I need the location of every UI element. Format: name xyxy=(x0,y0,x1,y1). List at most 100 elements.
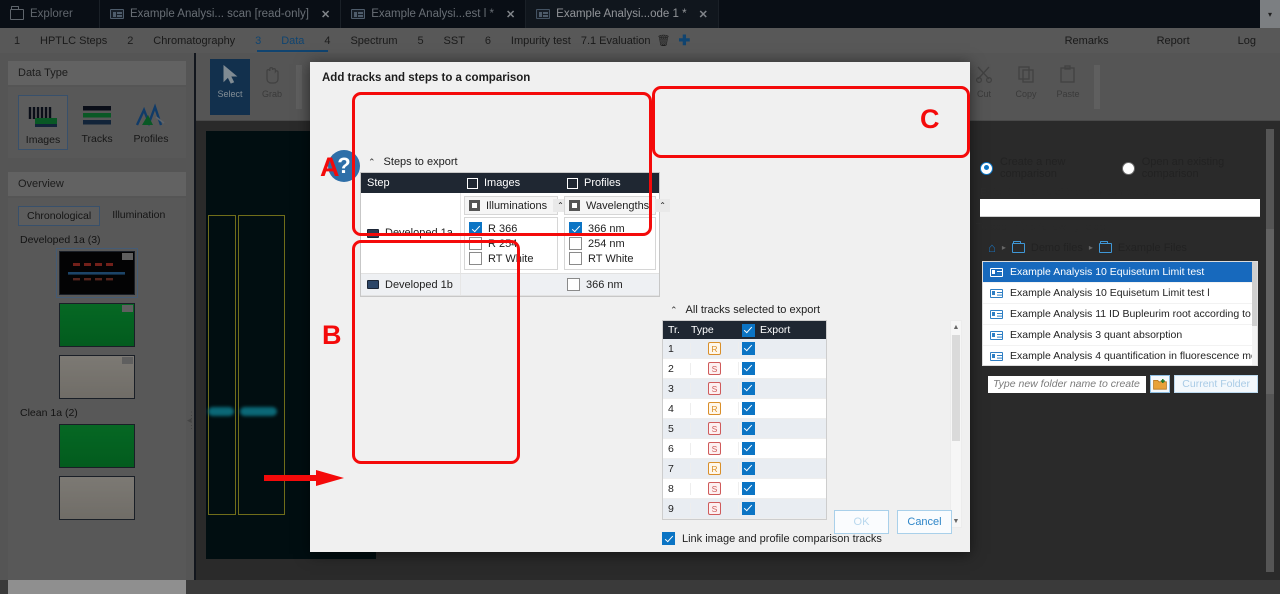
track-type: R xyxy=(691,342,739,355)
table-row[interactable]: 8 S xyxy=(663,479,826,499)
illuminations-cell: Illuminations ⌃ R 366 R 254 xyxy=(461,193,561,273)
column-tr: Tr. xyxy=(663,324,691,336)
option-row[interactable]: 254 nm xyxy=(569,236,651,251)
track-type: S xyxy=(691,442,739,455)
option-row[interactable]: R 254 xyxy=(469,236,553,251)
column-step: Step xyxy=(361,177,461,189)
ok-button[interactable]: OK xyxy=(834,510,889,534)
file-list[interactable]: Example Analysis 10 Equisetum Limit test… xyxy=(982,261,1258,366)
chevron-up-icon[interactable]: ⌃ xyxy=(655,199,670,212)
track-export xyxy=(739,502,826,515)
type-badge-s: S xyxy=(708,422,721,435)
wavelengths-checkbox[interactable] xyxy=(569,200,580,211)
illuminations-subheader[interactable]: Illuminations ⌃ xyxy=(464,196,558,215)
chevron-up-icon[interactable]: ⌃ xyxy=(368,157,376,168)
analysis-file-icon xyxy=(990,289,1003,298)
option-checkbox[interactable] xyxy=(469,222,482,235)
current-folder-button[interactable]: Current Folder xyxy=(1174,375,1258,393)
export-all-checkbox[interactable] xyxy=(742,324,755,337)
table-row[interactable]: 1 R xyxy=(663,339,826,359)
subheader-label: Wavelengths xyxy=(586,200,649,212)
table-row[interactable]: 4 R xyxy=(663,399,826,419)
breadcrumb-item-demo-files[interactable]: Demo files xyxy=(1031,242,1083,254)
option-checkbox[interactable] xyxy=(567,278,580,291)
list-item[interactable]: Example Analysis 11 ID Bupleurim root ac… xyxy=(983,304,1257,325)
chevron-up-icon[interactable]: ⌃ xyxy=(670,305,678,316)
export-checkbox[interactable] xyxy=(742,502,755,515)
images-column-checkbox[interactable] xyxy=(467,178,478,189)
table-row[interactable]: 5 S xyxy=(663,419,826,439)
file-name: Example Analysis 10 Equisetum Limit test xyxy=(1010,266,1204,278)
track-export xyxy=(739,342,826,355)
table-row[interactable]: 2 S xyxy=(663,359,826,379)
file-name: Example Analysis 4 quantification in flu… xyxy=(1010,350,1258,362)
option-row[interactable]: 366 nm xyxy=(569,221,651,236)
tracks-table: Tr. Type Export 1 R 2 S 3 S xyxy=(662,320,827,520)
track-export xyxy=(739,442,826,455)
step-label: Developed 1b xyxy=(385,279,453,291)
breadcrumb-item-example-files[interactable]: Example Files xyxy=(1118,242,1187,254)
analysis-file-icon xyxy=(990,352,1003,361)
profiles-column-checkbox[interactable] xyxy=(567,178,578,189)
option-checkbox[interactable] xyxy=(569,252,582,265)
cancel-button[interactable]: Cancel xyxy=(897,510,952,534)
option-checkbox[interactable] xyxy=(469,252,482,265)
table-row[interactable]: 3 S xyxy=(663,379,826,399)
option-row[interactable]: RT White xyxy=(469,251,553,266)
list-item[interactable]: Example Analysis 10 Equisetum Limit test… xyxy=(983,283,1257,304)
export-checkbox[interactable] xyxy=(742,482,755,495)
type-badge-s: S xyxy=(708,482,721,495)
illuminations-cell-empty xyxy=(461,274,561,295)
analysis-file-icon xyxy=(990,310,1003,319)
track-type: S xyxy=(691,422,739,435)
export-checkbox[interactable] xyxy=(742,382,755,395)
list-item[interactable]: Example Analysis 10 Equisetum Limit test xyxy=(983,262,1257,283)
steps-table-header: Step Images Profiles xyxy=(361,173,659,193)
list-item[interactable]: Example Analysis 3 quant absorption xyxy=(983,325,1257,346)
type-badge-r: R xyxy=(708,462,721,475)
radio-create-new-comparison[interactable]: Create a new comparison xyxy=(980,156,1104,180)
scrollbar-thumb[interactable] xyxy=(1252,262,1257,326)
scroll-up-icon[interactable]: ▲ xyxy=(951,321,961,333)
export-checkbox[interactable] xyxy=(742,342,755,355)
new-folder-icon[interactable] xyxy=(1150,375,1170,393)
link-tracks-checkbox[interactable] xyxy=(662,532,675,545)
export-checkbox[interactable] xyxy=(742,462,755,475)
option-checkbox[interactable] xyxy=(469,237,482,250)
table-row[interactable]: 6 S xyxy=(663,439,826,459)
file-list-scrollbar[interactable] xyxy=(1252,262,1257,365)
option-label: 366 nm xyxy=(588,223,625,235)
list-item[interactable]: Example Analysis 4 quantification in flu… xyxy=(983,346,1257,366)
group-label: Steps to export xyxy=(384,156,458,168)
table-row[interactable]: 9 S xyxy=(663,499,826,519)
scroll-down-icon[interactable]: ▼ xyxy=(951,515,961,527)
radio-open-existing-comparison[interactable]: Open an existing comparison xyxy=(1122,156,1260,180)
export-checkbox[interactable] xyxy=(742,422,755,435)
option-row[interactable]: R 366 xyxy=(469,221,553,236)
annotation-label-a: A xyxy=(320,152,340,183)
option-label: RT White xyxy=(488,253,533,265)
illuminations-checkbox[interactable] xyxy=(469,200,480,211)
radio-icon[interactable] xyxy=(980,162,993,175)
option-label: RT White xyxy=(588,253,633,265)
option-row[interactable]: RT White xyxy=(569,251,651,266)
home-icon[interactable]: ⌂ xyxy=(988,240,996,255)
comparison-name-input[interactable] xyxy=(980,199,1260,217)
option-checkbox[interactable] xyxy=(569,222,582,235)
tracks-scrollbar[interactable]: ▲ ▼ xyxy=(950,320,962,528)
scrollbar-thumb[interactable] xyxy=(952,335,960,441)
new-folder-input[interactable]: Type new folder name to create xyxy=(988,376,1146,393)
wavelengths-subheader[interactable]: Wavelengths ⌃ xyxy=(564,196,656,215)
folder-icon xyxy=(1099,243,1112,253)
export-checkbox[interactable] xyxy=(742,442,755,455)
table-row[interactable]: 7 R xyxy=(663,459,826,479)
radio-icon[interactable] xyxy=(1122,162,1135,175)
option-checkbox[interactable] xyxy=(569,237,582,250)
export-checkbox[interactable] xyxy=(742,402,755,415)
steps-table: Step Images Profiles Developed 1a xyxy=(360,172,660,297)
steps-to-export-group-header[interactable]: ⌃ Steps to export xyxy=(360,154,660,172)
tracks-group-header[interactable]: ⌃ All tracks selected to export xyxy=(662,302,827,320)
column-export: Export xyxy=(739,324,826,337)
export-checkbox[interactable] xyxy=(742,362,755,375)
annotation-label-b: B xyxy=(322,320,342,351)
